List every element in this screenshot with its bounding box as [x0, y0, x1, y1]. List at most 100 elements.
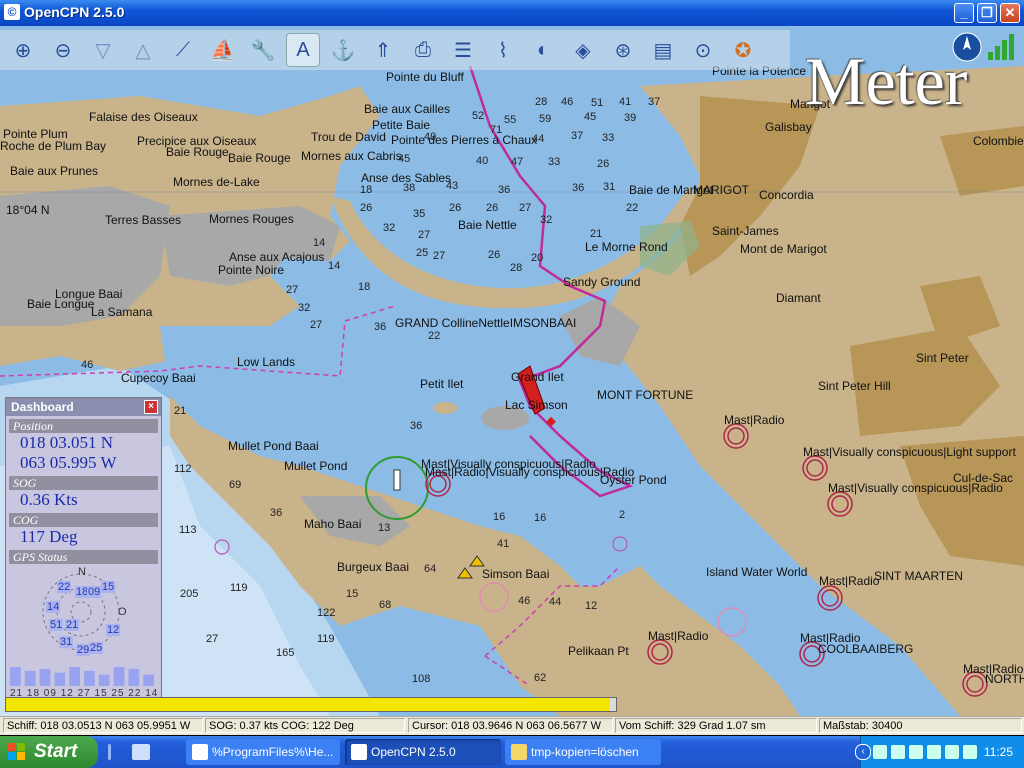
chart-place-label: Mast|Radio — [648, 629, 709, 643]
currents-icon[interactable]: ⇑ — [366, 33, 400, 67]
close-icon[interactable]: × — [144, 400, 158, 414]
dashboard-header[interactable]: Dashboard × — [6, 398, 161, 416]
depth-sounding: 18 — [360, 184, 373, 196]
taskbar-item-opencpn[interactable]: OpenCPN 2.5.0 — [345, 739, 501, 765]
snr-bar — [10, 667, 21, 686]
chart-place-label: Mast|Visually conspicuous|Radio — [828, 481, 1003, 495]
depth-sounding: 36 — [270, 507, 283, 519]
color-scheme-icon[interactable]: ◐ — [526, 33, 560, 67]
status-icons — [950, 30, 1020, 64]
usb-icon[interactable] — [963, 745, 977, 759]
route-icon[interactable]: ⟋ — [166, 33, 200, 67]
windows-logo-icon — [8, 743, 25, 760]
depth-sounding: 51 — [591, 97, 604, 109]
ais-icon[interactable]: ◈ — [566, 33, 600, 67]
depth-sounding: 69 — [229, 479, 242, 491]
depth-sounding: 112 — [174, 463, 192, 475]
satellite-marker: 09 — [87, 586, 102, 598]
satellite-marker: 51 — [49, 619, 64, 631]
start-button[interactable]: Start — [0, 736, 98, 768]
depth-sounding: 32 — [540, 214, 553, 226]
progress-bar — [5, 697, 617, 712]
depth-sounding: 26 — [360, 202, 373, 214]
range-bearing: Vom Schiff: 329 Grad 1.07 sm — [615, 718, 817, 733]
zoom-in-icon[interactable]: ⊕ — [6, 33, 40, 67]
mob-icon[interactable]: ✪ — [726, 33, 760, 67]
title-bar[interactable]: © OpenCPN 2.5.0 _ ❐ ✕ — [0, 0, 1024, 26]
app-icon[interactable]: © — [4, 4, 20, 20]
maximize-button[interactable]: ❐ — [977, 3, 997, 23]
opencpn-icon — [351, 744, 367, 760]
security-icon[interactable] — [909, 745, 923, 759]
taskbar-item-folder[interactable]: %ProgramFiles%\He... — [186, 739, 340, 765]
chart-place-label: Saint-James — [712, 224, 779, 238]
chart-place-label: Mornes Rouges — [209, 212, 294, 226]
chart-place-label: Cupecoy Baai — [121, 371, 196, 385]
chart-place-label: GRAND CollineNettleIMSONBAAI — [395, 316, 577, 330]
depth-sounding: 27 — [310, 319, 323, 331]
depth-sounding: 33 — [602, 132, 615, 144]
depth-sounding: 64 — [424, 563, 437, 575]
route-manager-icon[interactable]: ☰ — [446, 33, 480, 67]
depth-sounding: 26 — [449, 202, 462, 214]
chart-upsize-icon[interactable]: △ — [126, 33, 160, 67]
depth-sounding: 27 — [433, 250, 446, 262]
show-desktop-icon[interactable] — [132, 744, 150, 760]
zoom-out-icon[interactable]: ⊖ — [46, 33, 80, 67]
chart-place-label: Diamant — [776, 291, 821, 305]
depth-sounding: 165 — [276, 647, 295, 659]
status-bar: Schiff: 018 03.0513 N 063 05.9951 W SOG:… — [0, 716, 1024, 735]
chart-place-label: Terres Basses — [105, 213, 182, 227]
depth-sounding: 55 — [504, 114, 517, 126]
depth-sounding: 22 — [626, 202, 639, 214]
chart-place-label: Mast|Visually conspicuous|Light support — [803, 445, 1016, 459]
track-icon[interactable]: ⌇ — [486, 33, 520, 67]
text-annotations-icon[interactable]: A — [286, 33, 320, 67]
display-icon[interactable] — [891, 745, 905, 759]
depth-sounding: 26 — [488, 249, 501, 261]
chart-place-label: SINT MAARTEN — [874, 569, 963, 583]
chart-place-label: Baie Rouge — [166, 145, 229, 159]
chart-place-label: Island Water World — [706, 565, 808, 579]
minimize-button[interactable]: _ — [954, 3, 974, 23]
chart-downsize-icon[interactable]: ▽ — [86, 33, 120, 67]
depth-sounding: 35 — [413, 208, 426, 220]
chart-place-label: Petit Ilet — [420, 377, 464, 391]
taskbar-item-tmp[interactable]: tmp-kopien=löschen — [505, 739, 661, 765]
chart-place-label: MARIGOT — [693, 183, 749, 197]
wifi-icon[interactable] — [927, 745, 941, 759]
compass-icon[interactable]: ⊛ — [606, 33, 640, 67]
depth-sounding: 26 — [486, 202, 499, 214]
west-label: O — [118, 606, 127, 618]
close-button[interactable]: ✕ — [1000, 3, 1020, 23]
longitude-value: 063 05.995 W — [20, 453, 117, 472]
auto-follow-icon[interactable]: ⛵ — [206, 33, 240, 67]
chart-place-label: Low Lands — [237, 355, 296, 369]
chart-place-label: Pointe du Bluff — [386, 70, 464, 84]
print-icon[interactable]: ⎙ — [406, 33, 440, 67]
cog-label: COG — [9, 513, 158, 527]
depth-sounding: 43 — [446, 180, 459, 192]
layer-icon[interactable]: ▤ — [646, 33, 680, 67]
folder-icon — [511, 744, 527, 760]
satellite-snr-bars — [10, 667, 154, 686]
depth-sounding: 37 — [571, 130, 584, 142]
satellite-marker: 14 — [46, 601, 61, 613]
magnify-icon[interactable]: ⊙ — [686, 33, 720, 67]
depth-sounding: 122 — [317, 607, 336, 619]
cursor-position: Cursor: 018 03.9646 N 063 06.5677 W — [408, 718, 613, 733]
depth-sounding: 45 — [584, 111, 597, 123]
tray-expand-icon[interactable]: ‹ — [855, 744, 871, 760]
tides-icon[interactable]: ⚓ — [326, 33, 360, 67]
chart-place-label: Mullet Pond — [284, 459, 348, 473]
ship-sog-cog: SOG: 0.37 kts COG: 122 Deg — [205, 718, 405, 733]
settings-icon[interactable]: 🔧 — [246, 33, 280, 67]
chart-place-label: Mullet Pond Baai — [228, 439, 319, 453]
sog-label: SOG — [9, 476, 158, 490]
network-icon[interactable] — [873, 745, 887, 759]
chart-place-label: Burgeux Baai — [337, 560, 410, 574]
depth-sounding: 49 — [424, 131, 437, 143]
cog-value: 117 Deg — [20, 527, 78, 546]
volume-icon[interactable] — [945, 745, 959, 759]
depth-sounding: 44 — [549, 596, 562, 608]
